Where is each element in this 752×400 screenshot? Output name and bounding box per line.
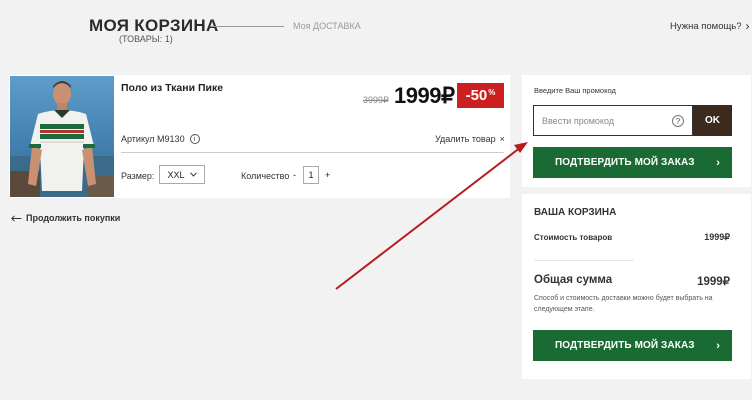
confirm-order-label: ПОДТВЕРДИТЬ МОЙ ЗАКАЗ	[555, 340, 695, 351]
total-value: 1999₽	[697, 276, 730, 288]
chevron-right-icon: ›	[716, 156, 720, 169]
current-price: 1999₽	[394, 83, 455, 108]
confirm-order-button[interactable]: ПОДТВЕРДИТЬ МОЙ ЗАКАЗ ›	[533, 147, 732, 178]
question-icon[interactable]: ?	[672, 115, 684, 127]
step-delivery[interactable]: Моя ДОСТАВКА	[293, 21, 361, 31]
promo-input[interactable]	[534, 115, 664, 126]
size-label: Размер:	[121, 171, 155, 181]
size-value: XXL	[167, 169, 185, 180]
items-count: (ТОВАРЫ: 1)	[119, 34, 173, 44]
quantity-increase-button[interactable]: +	[325, 170, 330, 180]
info-icon[interactable]: i	[189, 134, 200, 144]
quantity-decrease-button[interactable]: -	[293, 170, 296, 180]
confirm-order-button-bottom[interactable]: ПОДТВЕРДИТЬ МОЙ ЗАКАЗ ›	[533, 330, 732, 361]
product-name[interactable]: Поло из Ткани Пике	[121, 82, 223, 94]
size-select[interactable]: XXL	[159, 165, 205, 184]
promo-panel: Введите Ваш промокод ? OK ПОДТВЕРДИТЬ МО…	[522, 75, 751, 187]
step-divider	[210, 26, 284, 27]
items-cost-value: 1999₽	[704, 232, 730, 242]
page-title: МОЯ КОРЗИНА	[89, 16, 219, 35]
cart-item: Поло из Ткани Пике 3999₽ 1999₽ -50% Арти…	[9, 75, 510, 198]
discount-badge: -50%	[457, 83, 504, 108]
old-price: 3999₽	[363, 95, 389, 105]
remove-item-button[interactable]: Удалить товар ×	[435, 134, 505, 144]
order-summary: ВАША КОРЗИНА Стоимость товаров 1999₽ Общ…	[522, 194, 751, 379]
promo-field: ?	[533, 105, 693, 136]
summary-title: ВАША КОРЗИНА	[534, 207, 617, 218]
arrow-left-icon	[11, 214, 22, 222]
chevron-right-icon: ›	[716, 339, 720, 352]
help-link[interactable]: Нужна помощь? ›	[670, 19, 750, 33]
product-image[interactable]	[10, 76, 114, 197]
summary-divider	[534, 260, 634, 261]
continue-shopping-label: Продолжить покупки	[26, 213, 121, 223]
continue-shopping-link[interactable]: Продолжить покупки	[11, 213, 120, 223]
close-icon: ×	[499, 134, 505, 144]
chevron-down-icon	[189, 172, 197, 177]
help-link-label: Нужна помощь?	[670, 20, 742, 32]
promo-label: Введите Ваш промокод	[534, 86, 616, 95]
quantity-label: Количество	[241, 171, 290, 181]
discount-value: -50	[465, 87, 488, 104]
discount-unit: %	[488, 88, 496, 97]
apply-promo-button[interactable]: OK	[693, 105, 732, 136]
delivery-note: Способ и стоимость доставки можно будет …	[534, 295, 713, 313]
article-label: Артикул M9130	[121, 134, 185, 144]
item-divider	[121, 152, 504, 153]
article-number: Артикул M9130 i	[121, 134, 200, 144]
quantity-input[interactable]: 1	[303, 166, 319, 184]
remove-label: Удалить товар	[435, 134, 496, 144]
items-cost-label: Стоимость товаров	[534, 233, 613, 242]
total-label: Общая сумма	[534, 274, 613, 286]
chevron-right-icon: ›	[745, 19, 750, 33]
confirm-order-label: ПОДТВЕРДИТЬ МОЙ ЗАКАЗ	[555, 157, 695, 168]
